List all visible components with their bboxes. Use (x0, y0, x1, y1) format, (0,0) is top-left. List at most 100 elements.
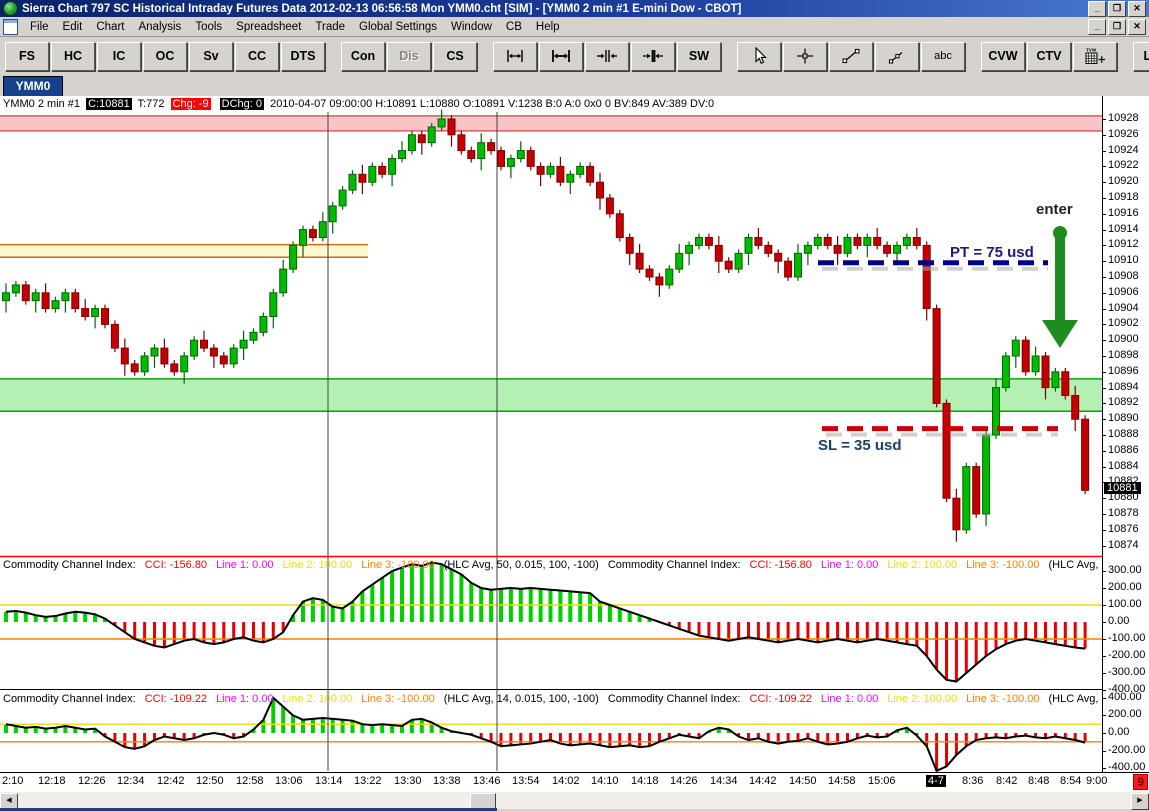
crosshair-icon (797, 48, 813, 64)
candle (427, 122, 436, 147)
price-axis-tick (1103, 308, 1106, 310)
candle (516, 141, 525, 163)
chart-document-icon[interactable] (3, 18, 18, 35)
menu-item-window[interactable]: Window (444, 19, 499, 35)
menu-item-spreadsheet[interactable]: Spreadsheet (229, 19, 308, 35)
toolbar-button-fs[interactable]: FS (5, 41, 49, 71)
toolbar-button-ic[interactable]: IC (97, 41, 141, 71)
study-label-segment: Line 1: 0.00 (216, 559, 274, 571)
menu-item-edit[interactable]: Edit (56, 19, 90, 35)
time-tick-label: 13:06 (275, 775, 303, 787)
candle (714, 235, 723, 274)
toolbar-button-sv[interactable]: Sv (189, 41, 233, 71)
candle (1011, 336, 1020, 368)
candle (596, 172, 604, 210)
candle (873, 228, 882, 250)
toolbar-button-crosshair[interactable] (783, 41, 827, 71)
horizontal-scrollbar[interactable]: ◀ ▶ (0, 791, 1149, 810)
toolbar-button-hc[interactable]: HC (51, 41, 95, 71)
header-segment: Chg: -9 (170, 98, 211, 110)
menu-item-trade[interactable]: Trade (308, 19, 352, 35)
toolbar-button-cvw[interactable]: CVW (981, 41, 1025, 71)
price-axis[interactable]: 10928 10926 10924 10922 10920 10918 10916 10914… (1102, 96, 1149, 772)
menu-item-tools[interactable]: Tools (188, 19, 229, 35)
toolbar-button-cs[interactable]: CS (433, 41, 477, 71)
window-minimize-button[interactable]: _ (1088, 0, 1106, 17)
cci-panel (0, 696, 1102, 772)
app-globe-icon (3, 1, 18, 16)
candle (952, 488, 961, 542)
toolbar-button-con[interactable]: Con (341, 41, 385, 71)
cci-tick-label: 0.00 (1108, 726, 1130, 738)
tab-ymm0[interactable]: YMM0 (3, 76, 63, 96)
child-window-minimize-button[interactable]: _ (1088, 18, 1106, 35)
toolbar-button-sw[interactable]: SW (677, 41, 721, 71)
toolbar-button-bar-squeeze-tight[interactable] (631, 41, 675, 71)
menu-item-chart[interactable]: Chart (89, 19, 131, 35)
candle (615, 209, 624, 242)
candlesticks (2, 109, 1090, 542)
child-window-close-button[interactable]: ✕ (1128, 18, 1146, 35)
price-tick-label: 10876 (1108, 522, 1139, 535)
study-label-segment: (HLC Avg, 50, 0.015, 100, -100) (443, 559, 599, 571)
cci-axis-tick (1103, 733, 1106, 734)
cci-axis-tick (1103, 588, 1106, 589)
candle (744, 233, 753, 266)
cci-tick-label: 0.00 (1108, 615, 1130, 627)
candle (61, 288, 70, 313)
scroll-right-button[interactable]: ▶ (1131, 793, 1149, 810)
study-label-segment: Line 3: -100.00 (966, 693, 1040, 705)
toolbar-gap (479, 56, 493, 57)
child-window-restore-button[interactable]: ❐ (1108, 18, 1126, 35)
toolbar-button-cc[interactable]: CC (235, 41, 279, 71)
toolbar-button-abc[interactable]: abc (921, 41, 965, 71)
candle (388, 154, 397, 187)
menu-item-cb[interactable]: CB (499, 19, 529, 35)
menu-item-file[interactable]: File (23, 19, 56, 35)
toolbar-button-pointer[interactable] (737, 41, 781, 71)
candle (338, 186, 347, 210)
price-tick-label: 10926 (1108, 127, 1139, 140)
price-tick-label: 10922 (1108, 159, 1139, 172)
cci-axis-tick (1103, 605, 1106, 606)
entry-arrow[interactable] (1042, 226, 1078, 348)
toolbar-button-bar-spacing-wide[interactable] (539, 41, 583, 71)
menu-item-global-settings[interactable]: Global Settings (352, 19, 444, 35)
toolbar-button-dts[interactable]: DTS (281, 41, 325, 71)
cci-axis-tick (1103, 690, 1106, 691)
candle (200, 330, 208, 353)
menu-item-analysis[interactable]: Analysis (131, 19, 188, 35)
bar-spacing-wide-icon (552, 50, 570, 62)
window-close-button[interactable]: ✕ (1128, 0, 1146, 17)
toolbar-button-ctv[interactable]: CTV (1027, 41, 1071, 71)
price-band-pink (0, 115, 1102, 132)
profit-target-annotation-text[interactable]: PT = 75 usd (950, 244, 1034, 261)
stop-loss-annotation-text[interactable]: SL = 35 usd (818, 437, 902, 454)
candle (843, 233, 852, 258)
cci-axis-tick (1103, 768, 1106, 770)
toolbar-button-log[interactable]: Log (1133, 41, 1149, 71)
chart-region[interactable]: YMM0 2 min #1 C:10881 T:772 Chg: -9 DChg… (0, 96, 1149, 772)
cci-tick-label: -200.00 (1108, 649, 1146, 661)
window-restore-button[interactable]: ❐ (1108, 0, 1126, 17)
candle (467, 146, 476, 163)
menu-item-help[interactable]: Help (529, 19, 567, 35)
cci-tick-label: -400.00 (1108, 761, 1146, 772)
candle (447, 115, 456, 147)
toolbar-button-trendline[interactable] (829, 41, 873, 71)
chart-canvas[interactable] (0, 96, 1102, 772)
time-tick-label: 2:10 (2, 775, 24, 787)
price-tick-label: 10902 (1108, 317, 1139, 330)
toolbar-button-ray[interactable] (875, 41, 919, 71)
candle (209, 344, 218, 368)
toolbar-button-oc[interactable]: OC (143, 41, 187, 71)
enter-annotation-text[interactable]: enter (1036, 201, 1073, 218)
cci-tick-label: 100.00 (1108, 598, 1142, 610)
cci-14-study-label: Commodity Channel Index: CCI: -109.22 Line… (3, 693, 1099, 705)
time-tick-label: 13:30 (394, 775, 422, 787)
toolbar-button-tvw-grid[interactable]: TVW (1073, 41, 1117, 71)
candle (902, 233, 911, 250)
toolbar-button-bar-squeeze[interactable] (585, 41, 629, 71)
toolbar-button-bar-spacing-out[interactable] (493, 41, 537, 71)
toolbar-button-dis[interactable]: Dis (387, 41, 431, 71)
